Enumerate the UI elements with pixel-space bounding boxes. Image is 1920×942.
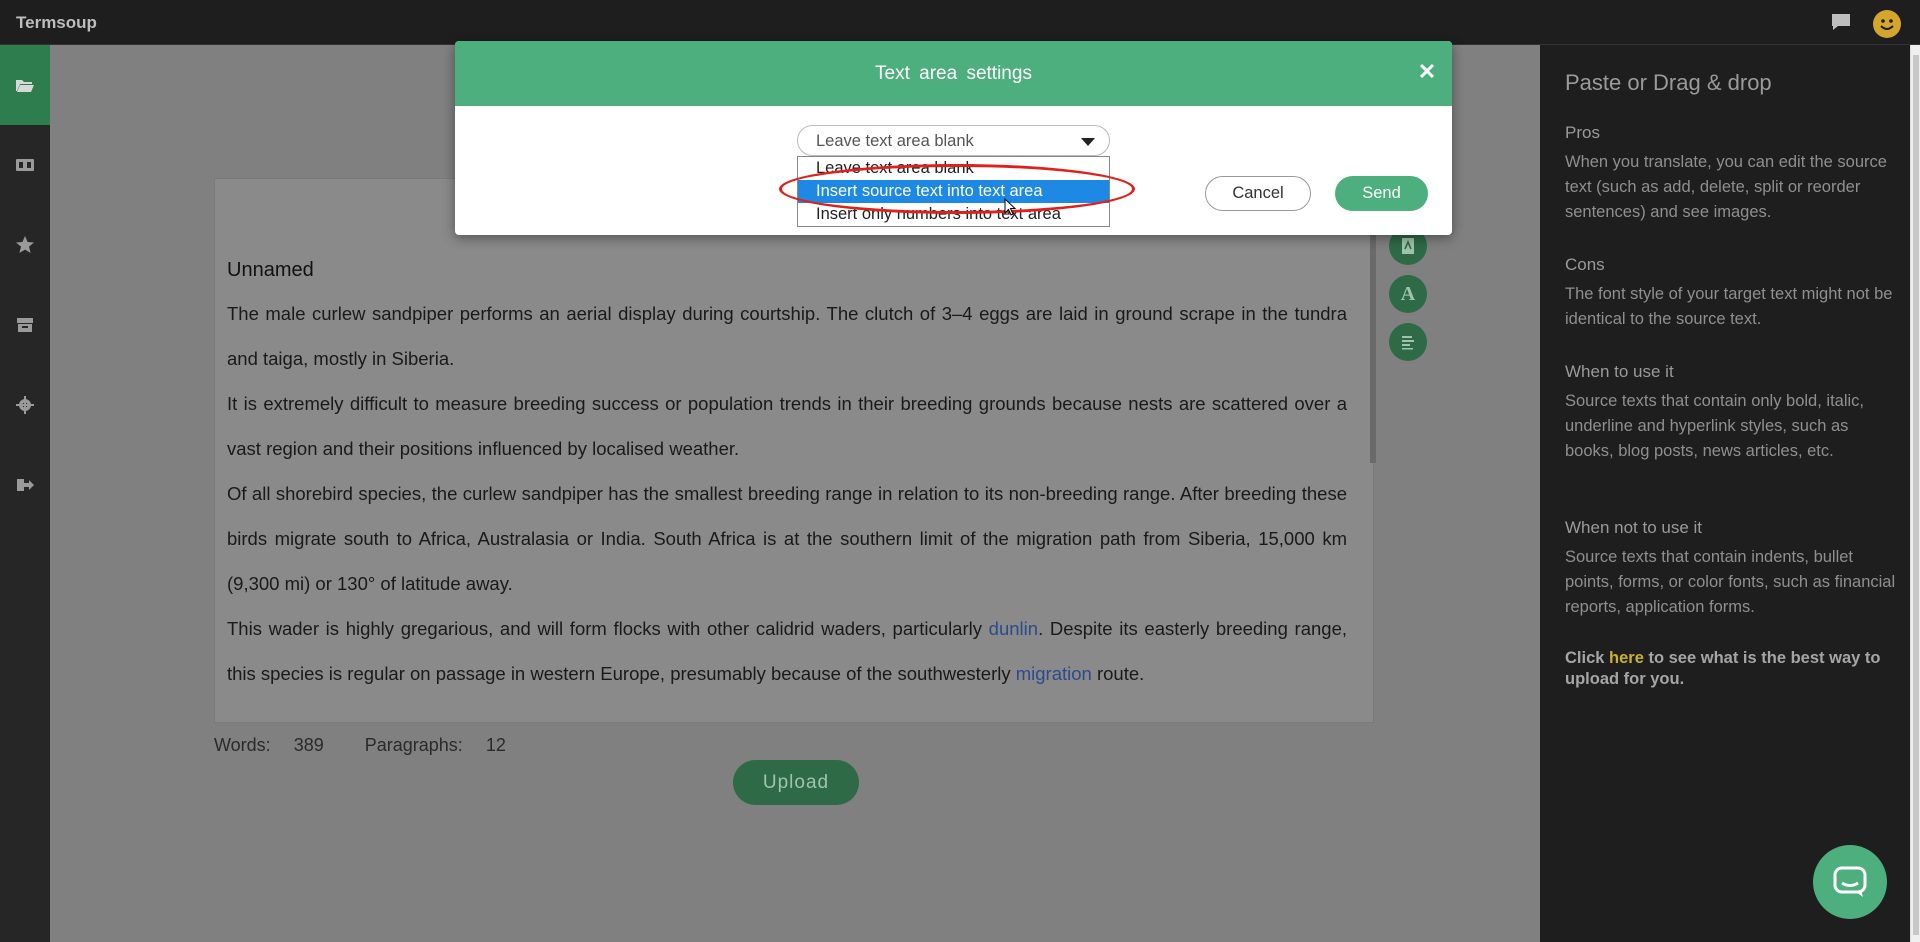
- highlight-ring-annotation: [779, 164, 1135, 214]
- paragraph: Of all shorebird species, the curlew san…: [227, 483, 1347, 594]
- top-bar: Termsoup: [0, 0, 1920, 45]
- left-sidebar: [0, 45, 50, 942]
- document-title: Unnamed: [227, 259, 314, 281]
- link-migration[interactable]: migration: [1016, 663, 1092, 684]
- user-avatar-smile-icon[interactable]: [1873, 10, 1901, 38]
- cons-text: The font style of your target text might…: [1565, 285, 1893, 328]
- when-title: When to use it: [1565, 362, 1674, 381]
- archive-icon: [17, 318, 33, 332]
- mouse-cursor-icon: [1004, 198, 1016, 216]
- text-area-option-select[interactable]: Leave text area blank: [797, 125, 1110, 156]
- word-count-label: Words:: [214, 735, 276, 755]
- font-letter-icon: A: [1400, 282, 1416, 305]
- paragraph-count: Paragraphs: 12: [365, 735, 524, 755]
- page-scrollbar[interactable]: [1910, 45, 1920, 942]
- chat-bubble-icon[interactable]: [1830, 12, 1852, 32]
- glossary-icon: [16, 159, 34, 171]
- here-link[interactable]: here: [1609, 649, 1644, 667]
- when-not-title: When not to use it: [1565, 518, 1703, 537]
- app-title: Termsoup: [16, 13, 97, 32]
- document-preview: Unnamed The male curlew sandpiper perfor…: [214, 178, 1374, 723]
- when-text: Source texts that contain only bold, ita…: [1565, 392, 1864, 460]
- paragraph-text: route.: [1091, 663, 1145, 684]
- pdf-file-icon: [1402, 238, 1414, 254]
- chat-launcher-icon: [1833, 866, 1867, 897]
- align-left-icon: [1402, 336, 1414, 350]
- document-body: The male curlew sandpiper performs an ae…: [227, 291, 1347, 696]
- star-icon: [16, 236, 34, 253]
- select-current-value: Leave text area blank: [816, 132, 974, 150]
- when-not-text: Source texts that contain indents, bulle…: [1565, 548, 1896, 616]
- dialog-title: Text area settings: [875, 63, 1032, 84]
- sidebar-item-favorites[interactable]: [0, 205, 50, 285]
- font-tool-button[interactable]: A: [1389, 275, 1427, 313]
- align-tool-button[interactable]: [1389, 323, 1427, 361]
- hint-text: Click: [1565, 649, 1610, 667]
- paragraph: The male curlew sandpiper performs an ae…: [227, 303, 1347, 369]
- paragraph-count-value: 12: [485, 735, 506, 755]
- upload-button[interactable]: Upload: [733, 760, 859, 805]
- dialog-header: Text area settings ✕: [455, 41, 1452, 106]
- cancel-button[interactable]: Cancel: [1205, 176, 1311, 211]
- paragraph: This wader is highly gregarious, and wil…: [227, 606, 1347, 696]
- sidebar-item-settings[interactable]: [0, 365, 50, 445]
- gear-icon: [16, 396, 34, 414]
- link-dunlin[interactable]: dunlin: [989, 618, 1038, 639]
- chat-launcher-button[interactable]: [1813, 845, 1887, 919]
- sidebar-item-archive[interactable]: [0, 285, 50, 365]
- page-scrollbar-thumb[interactable]: [1913, 55, 1919, 935]
- help-panel: Paste or Drag & drop Pros When you trans…: [1540, 45, 1910, 942]
- send-button[interactable]: Send: [1335, 176, 1428, 211]
- best-way-hint: Click here to see what is the best way t…: [1565, 648, 1900, 690]
- paragraph: It is extremely difficult to measure bre…: [227, 393, 1347, 459]
- sidebar-item-logout[interactable]: [0, 445, 50, 525]
- close-icon[interactable]: ✕: [1415, 59, 1439, 84]
- pros-title: Pros: [1565, 123, 1600, 142]
- word-count: Words: 389: [214, 735, 342, 755]
- pros-text: When you translate, you can edit the sou…: [1565, 153, 1887, 221]
- folder-open-icon: [16, 80, 34, 92]
- sidebar-item-glossary[interactable]: [0, 125, 50, 205]
- paragraph-count-label: Paragraphs:: [364, 735, 468, 755]
- word-count-value: 389: [293, 735, 324, 755]
- sidebar-item-files[interactable]: [0, 45, 50, 125]
- chevron-down-icon: [1081, 138, 1095, 146]
- help-heading: Paste or Drag & drop: [1565, 70, 1772, 95]
- document-stats: Words: 389 Paragraphs: 12: [214, 735, 542, 756]
- paragraph-text: This wader is highly gregarious, and wil…: [227, 618, 989, 639]
- logout-icon: [17, 479, 34, 491]
- cons-title: Cons: [1565, 255, 1605, 274]
